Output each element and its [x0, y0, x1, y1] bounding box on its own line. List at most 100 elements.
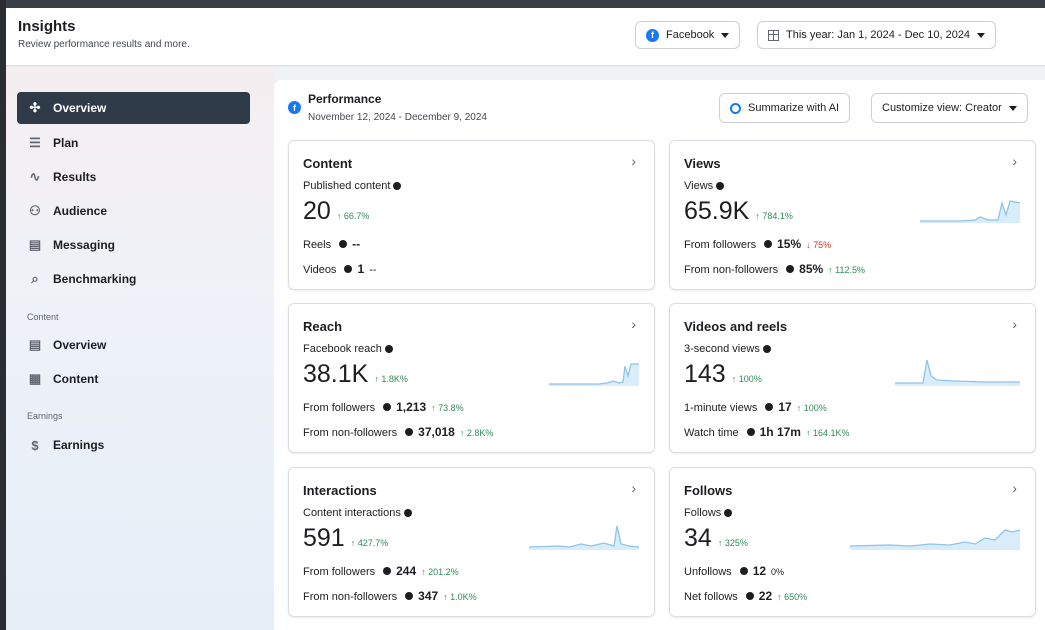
info-icon[interactable]	[746, 428, 755, 436]
row-label: Net follows	[684, 591, 738, 603]
info-icon[interactable]	[716, 182, 725, 191]
chevron-right-icon[interactable]: ›	[631, 153, 636, 169]
sidebar-item-plan[interactable]: ☰ Plan	[17, 127, 250, 159]
row-value: 1,213	[396, 400, 427, 414]
metric-delta: ↑ 1.8K%	[374, 374, 408, 384]
sidebar-item-content-overview[interactable]: ▤ Overview	[17, 329, 250, 361]
row-value: 17	[778, 400, 792, 414]
row-delta: ↑ 2.8K%	[459, 428, 494, 438]
platform-dropdown[interactable]: f Facebook	[635, 21, 741, 49]
row-delta: ↑ 100%	[796, 403, 827, 413]
breakdown-row: 1-minute views 17 ↑ 100%	[684, 400, 827, 414]
row-label: From followers	[684, 239, 757, 251]
metric-value-text: 591	[303, 524, 345, 552]
card-title: Interactions	[303, 483, 377, 498]
follows-card[interactable]: Follows › Follows 34 ↑ 325% Unfollows 12 0%…	[669, 467, 1036, 617]
info-icon[interactable]	[383, 567, 392, 575]
metric-label: Follows	[684, 507, 733, 519]
info-icon[interactable]	[786, 265, 795, 273]
info-icon[interactable]	[724, 509, 733, 518]
caret-down-icon	[977, 32, 986, 38]
chevron-right-icon[interactable]: ›	[1012, 480, 1017, 496]
metric-label: Views	[684, 180, 725, 192]
ai-ring-icon	[730, 102, 741, 114]
videos-reels-card[interactable]: Videos and reels › 3-second views 143 ↑ 1…	[669, 303, 1036, 453]
sidebar-item-label: Earnings	[53, 438, 105, 452]
row-value: 12	[752, 564, 767, 578]
sidebar-item-earnings[interactable]: $ Earnings	[17, 429, 250, 461]
chevron-right-icon[interactable]: ›	[631, 480, 636, 496]
info-icon[interactable]	[764, 240, 773, 248]
sidebar-item-label: Messaging	[53, 238, 116, 252]
sparkline-line	[895, 359, 1020, 384]
sidebar-item-messaging[interactable]: ▤ Messaging	[17, 229, 250, 261]
card-title: Views	[684, 156, 721, 171]
metric-label-text: Facebook reach	[303, 343, 382, 355]
sidebar-item-label: Overview	[53, 338, 107, 352]
row-value: 1h 17m	[759, 425, 801, 439]
sidebar-item-content[interactable]: ▦ Content	[17, 363, 250, 395]
row-value: 244	[396, 564, 417, 578]
row-value: 22	[758, 589, 773, 603]
metric-delta: ↑ 100%	[731, 374, 762, 384]
info-icon[interactable]	[405, 592, 414, 600]
row-value: 1	[357, 262, 365, 276]
row-label: From followers	[303, 566, 376, 578]
row-delta: ↑ 112.5%	[828, 265, 866, 275]
row-delta: ↓ 75%	[806, 240, 832, 250]
reach-card[interactable]: Reach › Facebook reach 38.1K ↑ 1.8K% From…	[288, 303, 655, 453]
metric-value-text: 65.9K	[684, 197, 750, 225]
info-icon[interactable]	[405, 428, 414, 436]
metric-value: 65.9K ↑ 784.1%	[684, 197, 793, 226]
people-icon: ⚇	[29, 203, 41, 218]
customize-view-dropdown[interactable]: Customize view: Creator	[871, 93, 1028, 123]
chevron-right-icon[interactable]: ›	[631, 316, 636, 332]
metric-label: Content interactions	[303, 507, 412, 519]
sidebar-item-overview[interactable]: ✣ Overview	[17, 92, 250, 124]
sidebar-item-label: Audience	[53, 204, 108, 218]
reach-sparkline	[549, 363, 639, 386]
card-title: Content	[303, 156, 353, 171]
date-range-dropdown[interactable]: This year: Jan 1, 2024 - Dec 10, 2024	[757, 21, 997, 49]
metric-label-text: Follows	[684, 507, 722, 519]
info-icon[interactable]	[344, 265, 353, 273]
row-label: From followers	[303, 402, 376, 414]
sidebar-item-audience[interactable]: ⚇ Audience	[17, 195, 250, 227]
metric-value: 143 ↑ 100%	[684, 360, 762, 389]
breakdown-row: From followers 1,213 ↑ 73.8%	[303, 400, 464, 414]
metric-value: 591 ↑ 427.7%	[303, 524, 388, 553]
follows-sparkline	[850, 529, 1020, 550]
row-value: --	[352, 237, 361, 251]
platform-label: Facebook	[666, 29, 715, 41]
section-label-earnings: Earnings	[27, 411, 63, 421]
trend-icon: ∿	[29, 169, 41, 184]
page-header: Insights Review performance results and …	[6, 8, 1045, 66]
sparkline-line	[529, 525, 639, 548]
info-icon[interactable]	[403, 509, 412, 518]
summarize-label: Summarize with AI	[748, 102, 840, 114]
chevron-right-icon[interactable]: ›	[1012, 316, 1017, 332]
info-icon[interactable]	[393, 182, 402, 191]
info-icon[interactable]	[739, 567, 748, 575]
info-icon[interactable]	[765, 403, 774, 411]
row-delta: --	[369, 264, 377, 276]
sidebar-item-label: Benchmarking	[53, 272, 137, 286]
content-card[interactable]: Content › Published content 20 ↑ 66.7% Re…	[288, 140, 655, 290]
info-icon[interactable]	[383, 403, 392, 411]
row-label: 1-minute views	[684, 402, 758, 414]
summarize-ai-button[interactable]: Summarize with AI	[719, 93, 851, 123]
info-icon[interactable]	[762, 345, 771, 354]
info-icon[interactable]	[384, 345, 393, 354]
sidebar-item-results[interactable]: ∿ Results	[17, 161, 250, 193]
interactions-card[interactable]: Interactions › Content interactions 591 ↑…	[288, 467, 655, 617]
breakdown-row: Unfollows 12 0%	[684, 564, 784, 578]
customize-label: Customize view: Creator	[882, 102, 1002, 114]
table-icon: ▦	[28, 371, 42, 386]
message-icon: ▤	[28, 237, 42, 252]
sidebar-item-benchmarking[interactable]: ⌕ Benchmarking	[17, 263, 250, 295]
sidebar-item-label: Results	[53, 170, 97, 184]
info-icon[interactable]	[745, 592, 754, 600]
views-card[interactable]: Views › Views 65.9K ↑ 784.1% From followe…	[669, 140, 1036, 290]
chevron-right-icon[interactable]: ›	[1012, 153, 1017, 169]
info-icon[interactable]	[339, 240, 348, 248]
